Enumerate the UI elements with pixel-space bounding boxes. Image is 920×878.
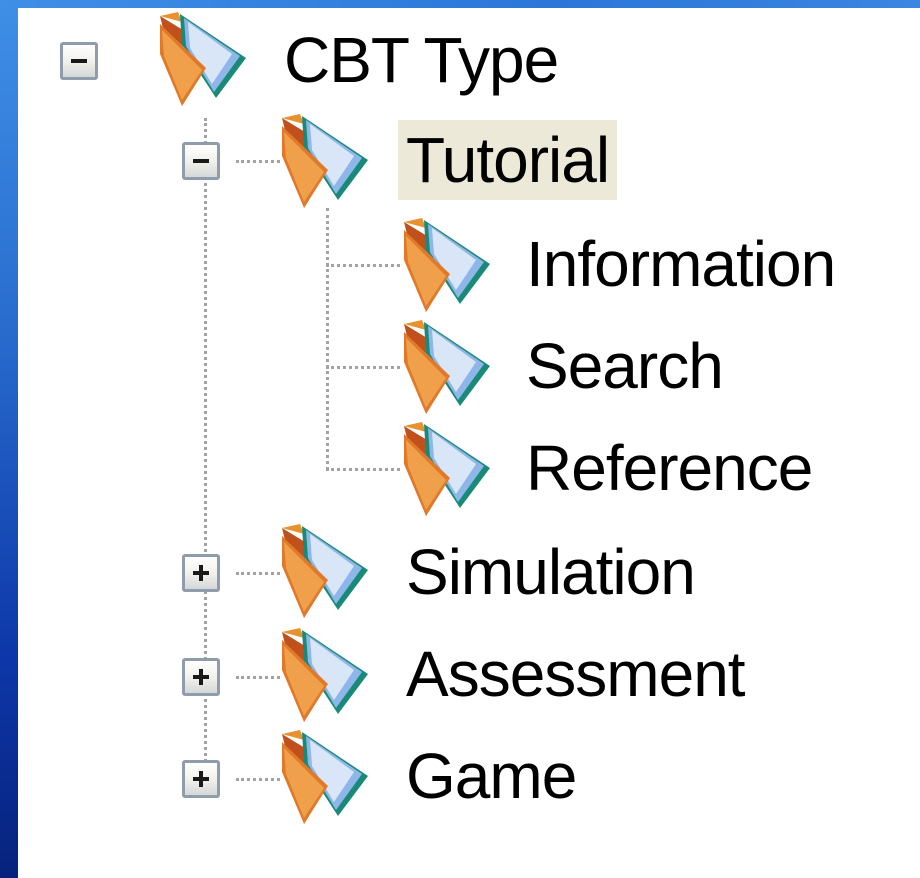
tree-node-label[interactable]: Assessment <box>398 634 753 714</box>
collapse-toggle[interactable] <box>60 42 98 80</box>
tree-connector-line <box>326 366 400 369</box>
tree-connector-line <box>326 208 329 470</box>
collapse-toggle[interactable] <box>182 142 220 180</box>
tree-connector-line <box>326 264 400 267</box>
folder-icon <box>396 318 492 414</box>
tree-node-label[interactable]: Game <box>398 736 584 816</box>
folder-icon <box>274 728 370 824</box>
folder-icon <box>396 420 492 516</box>
folder-icon <box>152 10 248 106</box>
minus-icon <box>193 159 209 163</box>
expand-toggle[interactable] <box>182 760 220 798</box>
folder-icon <box>274 112 370 208</box>
expand-toggle[interactable] <box>182 658 220 696</box>
tree-connector-line <box>326 468 400 471</box>
tree-node-label[interactable]: Simulation <box>398 532 703 612</box>
slide-background-edge <box>0 0 18 878</box>
tree-node-label[interactable]: Information <box>518 224 843 304</box>
minus-icon <box>71 59 87 63</box>
tree-node-label[interactable]: CBT Type <box>276 20 566 100</box>
tree-node-label[interactable]: Reference <box>518 428 820 508</box>
tree-node-label[interactable]: Tutorial <box>398 120 618 200</box>
folder-icon <box>396 216 492 312</box>
folder-icon <box>274 626 370 722</box>
folder-icon <box>274 522 370 618</box>
expand-toggle[interactable] <box>182 554 220 592</box>
slide-background-edge <box>0 0 920 8</box>
tree-view: CBT Type Tutorial Information Search Ref… <box>18 8 920 878</box>
tree-connector-line <box>204 118 207 798</box>
tree-node-label[interactable]: Search <box>518 326 731 406</box>
